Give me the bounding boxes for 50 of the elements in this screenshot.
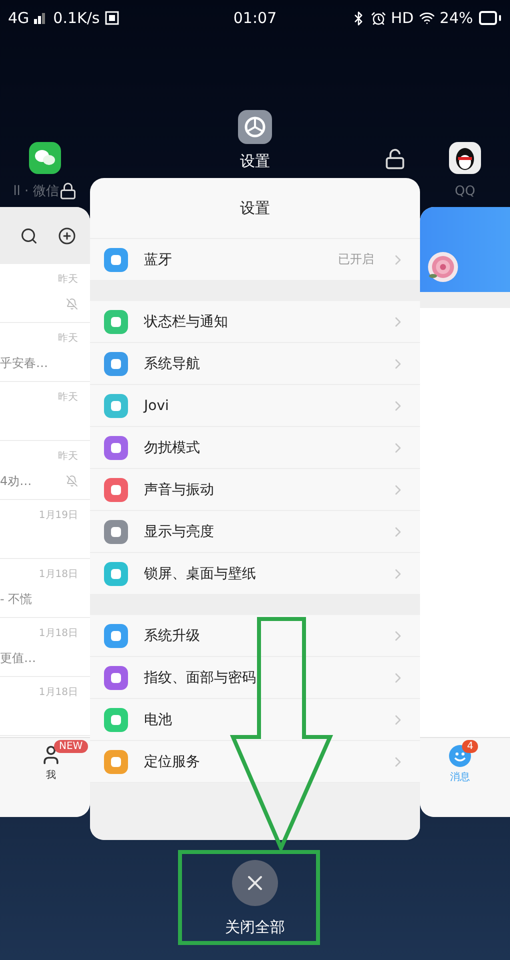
- chat-time: 昨天: [58, 450, 78, 463]
- app-label: 设置: [240, 152, 270, 170]
- chat-time: 1月18日: [38, 686, 78, 699]
- settings-row[interactable]: 系统升级: [90, 615, 420, 657]
- settings-row[interactable]: Jovi: [90, 385, 420, 427]
- mute-icon: [66, 298, 78, 310]
- settings-row[interactable]: 声音与振动: [90, 469, 420, 511]
- chat-preview: 更值…: [0, 650, 36, 666]
- chat-app-card[interactable]: 昨天 昨天 乎安春… 昨天 昨天 4劝… 1月19日 1月18日 - 不慌 1月18日 更值… 1月18日 我 NEW: [0, 207, 90, 817]
- network-speed: 0.1K/s: [53, 9, 100, 27]
- settings-row[interactable]: 指纹、面部与密码: [90, 657, 420, 699]
- settings-icon[interactable]: [238, 110, 272, 144]
- sim-icon: [104, 11, 119, 25]
- settings-row[interactable]: 系统导航: [90, 343, 420, 385]
- mute-icon: [66, 475, 78, 487]
- count-badge: 4: [462, 740, 478, 753]
- close-all-label[interactable]: 关闭全部: [225, 918, 285, 937]
- wifi-icon: [418, 10, 435, 26]
- chat-app-icon[interactable]: [29, 142, 61, 174]
- settings-app-card[interactable]: 设置 蓝牙 已开启 状态栏与通知 系统导航 Jovi 勿扰模式 声音与振动 显示与亮度 锁屏、桌面与壁纸 系统升级 指纹、面部与密码 电池 定位服务: [90, 178, 420, 840]
- chat-time: 昨天: [58, 332, 78, 345]
- penguin-icon[interactable]: [449, 142, 481, 174]
- chat-time: 1月18日: [38, 568, 78, 581]
- settings-row[interactable]: 状态栏与通知: [90, 301, 420, 343]
- lock-icon[interactable]: [58, 182, 77, 200]
- tab-label[interactable]: 我: [46, 768, 56, 782]
- chat-preview: - 不慌: [0, 590, 32, 608]
- alarm-icon: [370, 10, 386, 26]
- settings-row[interactable]: 勿扰模式: [90, 427, 420, 469]
- app-label: ll · 微信: [13, 183, 59, 200]
- unlock-icon[interactable]: [384, 148, 406, 170]
- chat-time: 1月19日: [38, 509, 78, 522]
- search-icon[interactable]: [20, 226, 38, 244]
- add-icon[interactable]: [58, 226, 76, 244]
- chat-time: 昨天: [58, 391, 78, 404]
- chat-time: 昨天: [58, 273, 78, 286]
- close-all-button[interactable]: [232, 860, 278, 906]
- clock: 01:07: [233, 9, 277, 27]
- chat-preview: 乎安春…: [0, 354, 48, 372]
- chat-time: 1月18日: [38, 627, 78, 640]
- settings-row[interactable]: 显示与亮度: [90, 511, 420, 553]
- app-label: QQ: [454, 184, 476, 198]
- network-type: 4G: [8, 9, 30, 27]
- battery-percent: 24%: [440, 9, 474, 27]
- screen-title: 设置: [240, 198, 270, 218]
- hd-label: HD: [390, 9, 414, 27]
- chat-preview: 4劝…: [0, 472, 32, 490]
- penguin-app-card[interactable]: 消息 4: [420, 207, 510, 817]
- new-badge: NEW: [54, 740, 88, 753]
- settings-row[interactable]: 电池: [90, 699, 420, 741]
